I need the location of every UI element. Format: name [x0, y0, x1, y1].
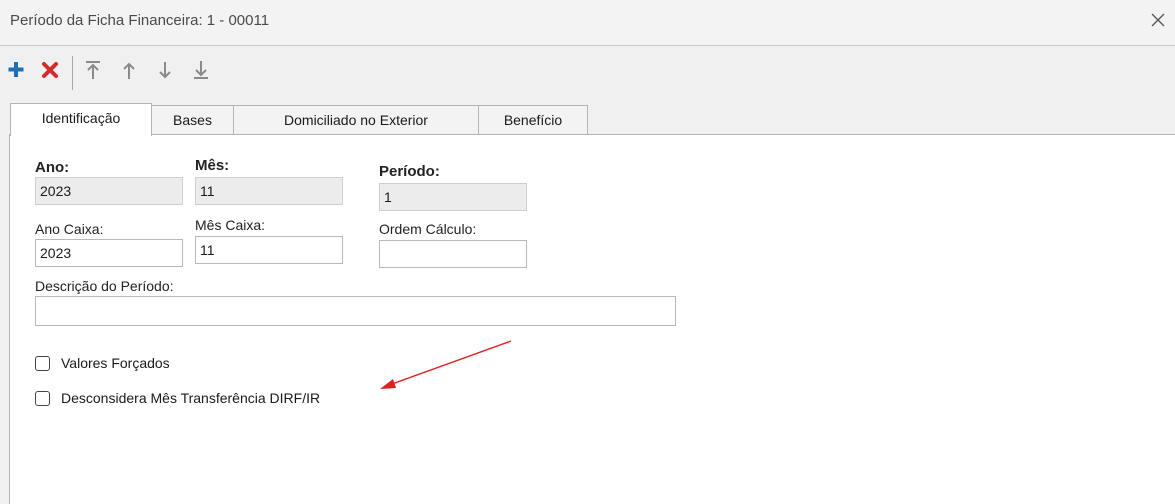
mes-caixa-field[interactable] — [195, 236, 343, 264]
desconsidera-checkbox-row[interactable]: Desconsidera Mês Transferência DIRF/IR — [35, 390, 375, 410]
ano-label: Ano: — [35, 159, 70, 176]
title-bar: Período da Ficha Financeira: 1 - 00011 — [0, 0, 1175, 46]
desconsidera-label: Desconsidera Mês Transferência DIRF/IR — [61, 390, 321, 406]
ordem-calculo-label: Ordem Cálculo: — [379, 221, 477, 237]
ordem-calculo-field[interactable] — [379, 240, 527, 268]
move-first-button[interactable] — [83, 58, 103, 82]
mes-field[interactable] — [195, 177, 343, 205]
move-down-button[interactable] — [155, 58, 175, 82]
periodo-field[interactable] — [379, 183, 527, 211]
tab-beneficio[interactable]: Benefício — [478, 105, 588, 135]
tab-identificacao[interactable]: Identificação — [10, 103, 152, 136]
move-last-button[interactable] — [191, 58, 211, 82]
move-up-button[interactable] — [119, 58, 139, 82]
move-down-icon — [159, 62, 171, 79]
valores-forcados-checkbox[interactable] — [35, 356, 50, 371]
add-icon — [8, 62, 24, 77]
move-last-icon — [194, 61, 208, 79]
tab-bases[interactable]: Bases — [151, 105, 234, 135]
tab-domiciliado-no-exterior[interactable]: Domiciliado no Exterior — [233, 105, 479, 135]
valores-forcados-checkbox-row[interactable]: Valores Forçados — [35, 355, 205, 375]
ano-caixa-label: Ano Caixa: — [35, 221, 104, 237]
identificacao-panel: Ano: Mês: Período: Ano Caixa: Mês Caixa:… — [9, 134, 1175, 504]
move-up-icon — [123, 62, 135, 79]
descricao-field[interactable] — [35, 296, 676, 326]
desconsidera-checkbox[interactable] — [35, 391, 50, 406]
toolbar-separator — [72, 56, 73, 90]
move-first-icon — [86, 61, 100, 79]
close-icon — [1151, 13, 1165, 27]
valores-forcados-label: Valores Forçados — [61, 355, 170, 371]
delete-button[interactable] — [40, 58, 60, 82]
periodo-label: Período: — [379, 163, 440, 180]
descricao-label: Descrição do Período: — [35, 278, 174, 294]
close-button[interactable] — [1147, 9, 1169, 31]
toolbar — [0, 48, 1175, 98]
mes-label: Mês: — [195, 157, 230, 174]
add-button[interactable] — [6, 58, 26, 82]
delete-icon — [42, 62, 58, 78]
ano-field[interactable] — [35, 177, 183, 205]
ano-caixa-field[interactable] — [35, 239, 183, 267]
mes-caixa-label: Mês Caixa: — [195, 217, 266, 233]
window-title: Período da Ficha Financeira: 1 - 00011 — [10, 12, 270, 29]
